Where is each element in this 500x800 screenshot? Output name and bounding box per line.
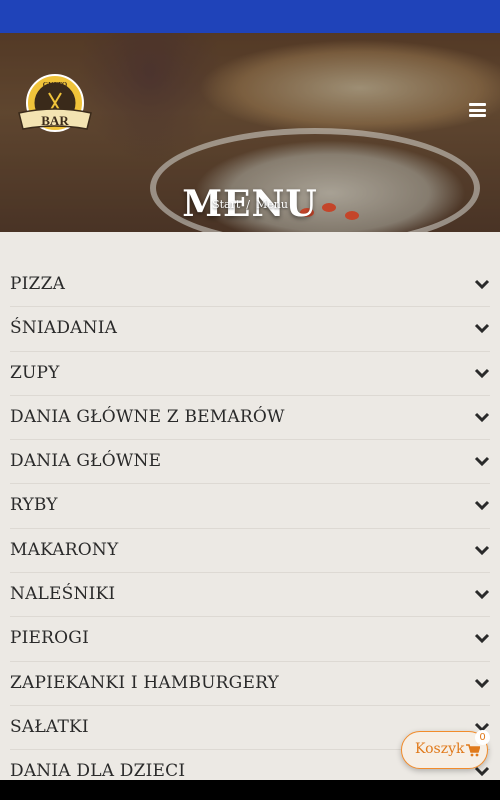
menu-category-makarony[interactable]: MAKARONY	[10, 529, 490, 574]
chevron-down-icon	[474, 412, 490, 423]
gusto-bar-logo[interactable]: GUSTO BAR	[15, 73, 95, 137]
shopping-cart-icon	[466, 744, 480, 757]
chevron-down-icon	[474, 590, 490, 600]
menu-category-label: ŚNIADANIA	[10, 318, 118, 339]
cart-label: Koszyk	[415, 741, 465, 757]
breadcrumb-current: Menu	[255, 198, 288, 211]
menu-category-sniadania[interactable]: ŚNIADANIA	[10, 307, 490, 352]
menu-category-label: NALEŚNIKI	[10, 584, 116, 605]
cart-count-badge: 0	[475, 730, 490, 745]
menu-category-label: DANIA GŁÓWNE	[10, 451, 162, 472]
menu-category-label: ZUPY	[10, 362, 60, 383]
menu-category-pizza[interactable]: PIZZA	[10, 263, 490, 308]
chevron-down-icon	[474, 545, 490, 555]
chevron-down-icon	[474, 501, 490, 511]
breadcrumb-separator: /	[246, 198, 250, 211]
menu-category-label: ZAPIEKANKI I HAMBURGERY	[10, 672, 279, 693]
menu-category-label: RYBY	[10, 495, 58, 516]
menu-category-zapiekanki-i-hamburgery[interactable]: ZAPIEKANKI I HAMBURGERY	[10, 662, 490, 706]
hamburger-icon[interactable]	[469, 103, 486, 117]
logo-top-text: GUSTO	[43, 81, 68, 89]
menu-category-dania-glowne[interactable]: DANIA GŁÓWNE	[10, 440, 490, 485]
menu-category-zupy[interactable]: ZUPY	[10, 352, 490, 396]
chevron-down-icon	[474, 324, 490, 334]
menu-category-list: PIZZA ŚNIADANIA ZUPY DANIA GŁÓWNE Z BEMA…	[10, 263, 490, 795]
breadcrumb-start-link[interactable]: Start	[212, 198, 240, 211]
chevron-down-icon	[474, 457, 490, 467]
menu-category-label: PIZZA	[10, 274, 66, 294]
hero-banner: GUSTO BAR MENU Start / Menu	[0, 33, 500, 232]
menu-category-nalesniki[interactable]: NALEŚNIKI	[10, 573, 490, 618]
chevron-down-icon	[474, 678, 490, 688]
menu-category-label: DANIA GŁÓWNE Z BEMARÓW	[10, 406, 285, 427]
menu-category-ryby[interactable]: RYBY	[10, 484, 490, 529]
logo-bottom-text: BAR	[41, 113, 69, 128]
menu-category-dania-glowne-z-bemarow[interactable]: DANIA GŁÓWNE Z BEMARÓW	[10, 396, 490, 441]
chevron-down-icon	[474, 279, 490, 290]
menu-category-label: PIEROGI	[10, 628, 89, 649]
breadcrumb: Start / Menu	[0, 198, 500, 211]
menu-category-label: SAŁATKI	[10, 716, 89, 737]
chevron-down-icon	[474, 634, 490, 644]
top-bar	[0, 0, 500, 33]
bottom-bar	[0, 780, 500, 800]
menu-category-pierogi[interactable]: PIEROGI	[10, 617, 490, 662]
menu-category-label: DANIA DLA DZIECI	[10, 761, 186, 782]
chevron-down-icon	[474, 368, 490, 378]
menu-category-label: MAKARONY	[10, 539, 119, 560]
